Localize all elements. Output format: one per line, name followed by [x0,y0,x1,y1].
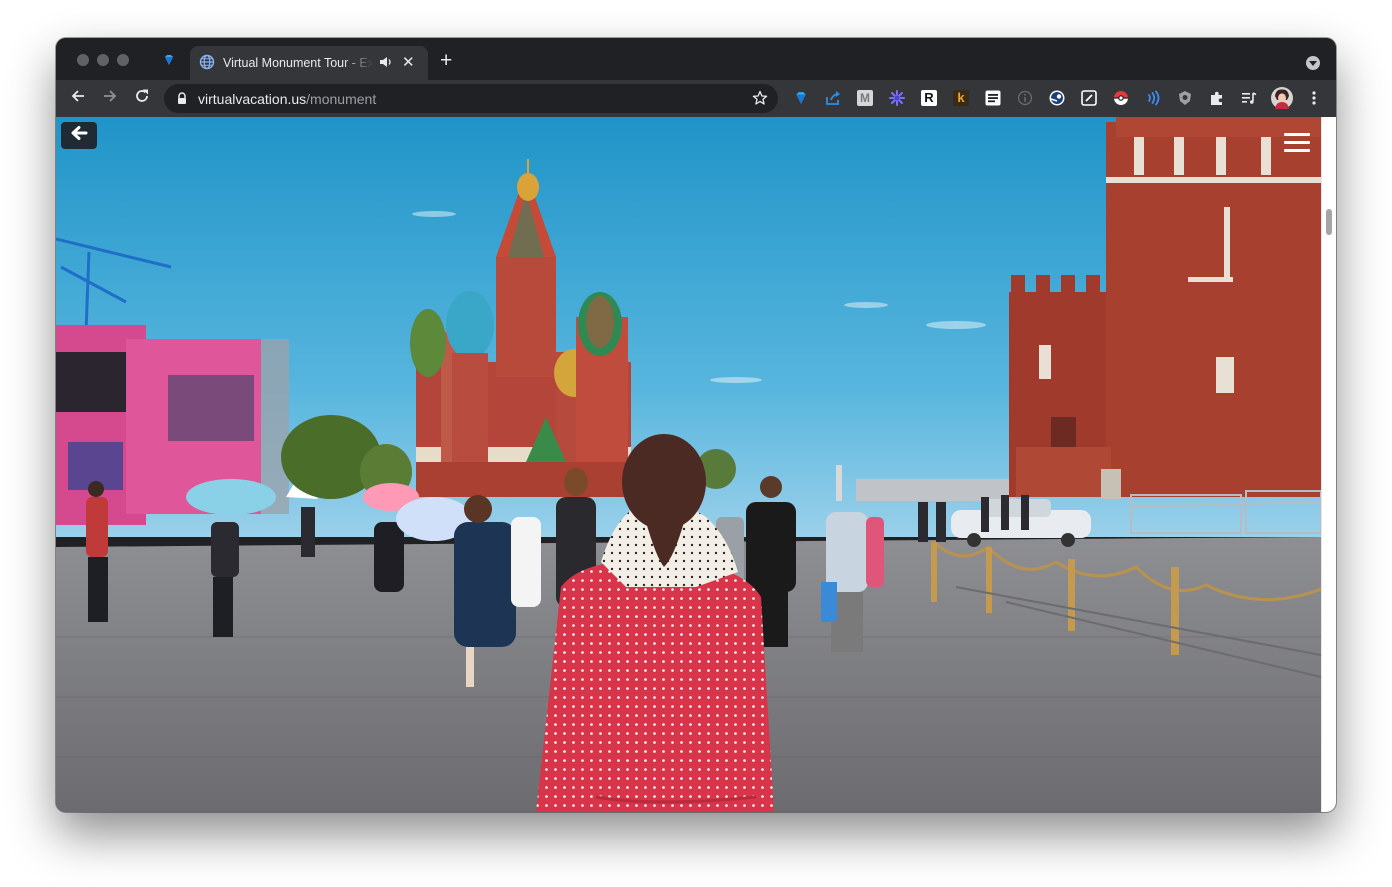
hamburger-menu-button[interactable] [1284,133,1310,155]
background-photo [56,117,1321,812]
diamond-icon [163,53,175,71]
media-icon[interactable] [1240,89,1258,107]
profile-avatar[interactable] [1270,86,1294,110]
page-viewport [56,117,1321,812]
r-icon[interactable]: R [920,89,938,107]
bookmark-star-icon[interactable] [752,90,768,111]
m-icon[interactable]: M [856,89,874,107]
tab-close-button[interactable]: ✕ [402,54,415,71]
hamburger-line [1284,141,1310,144]
window-minimize-button[interactable] [97,54,109,66]
arrow-left-icon [70,88,86,109]
k-icon[interactable]: k [952,89,970,107]
pokeball-icon[interactable] [1112,89,1130,107]
asterisk-icon[interactable] [888,89,906,107]
tab-active[interactable]: Virtual Monument Tour - Explore ✕ [190,46,428,80]
speaker-icon[interactable] [379,55,393,74]
browser-toolbar: virtualvacation.us/monument M R k [56,80,1336,117]
vertical-scrollbar[interactable] [1321,117,1336,812]
forward-button[interactable] [100,88,120,108]
browser-window: Virtual Monument Tour - Explore ✕ + [56,38,1336,812]
hamburger-icon [1284,133,1310,136]
share-icon[interactable] [824,89,842,107]
address-bar[interactable]: virtualvacation.us/monument [164,84,778,113]
arrow-left-icon [70,125,88,146]
window-zoom-button[interactable] [117,54,129,66]
new-tab-button[interactable]: + [440,50,452,72]
back-nav-button[interactable] [61,122,97,149]
lock-icon[interactable] [176,92,188,110]
url-text[interactable]: virtualvacation.us/monument [198,91,376,107]
list-icon[interactable] [984,89,1002,107]
tab-title: Virtual Monument Tour - Explore [223,56,373,70]
scrollbar-thumb[interactable] [1326,209,1332,235]
puzzle-icon[interactable] [1208,89,1226,107]
window-close-button[interactable] [77,54,89,66]
pinned-tab[interactable] [154,52,184,72]
url-path: /monument [306,91,377,107]
chevron-down-icon [1309,54,1317,72]
reload-button[interactable] [132,88,152,108]
arrow-right-icon [102,88,118,109]
back-button[interactable] [68,88,88,108]
signal-icon[interactable] [1144,89,1162,107]
tab-search-button[interactable] [1306,56,1320,70]
globe-icon [199,54,215,75]
diamond-icon[interactable] [792,89,810,107]
url-host: virtualvacation.us [198,91,307,107]
kebab-menu-icon[interactable] [1305,89,1323,107]
reload-icon [134,88,150,109]
steam-icon[interactable] [1048,89,1066,107]
shield-icon[interactable] [1176,89,1194,107]
hamburger-line [1284,149,1310,152]
note-icon[interactable] [1080,89,1098,107]
info-icon[interactable] [1016,89,1034,107]
tab-strip: Virtual Monument Tour - Explore ✕ + [56,38,1336,80]
